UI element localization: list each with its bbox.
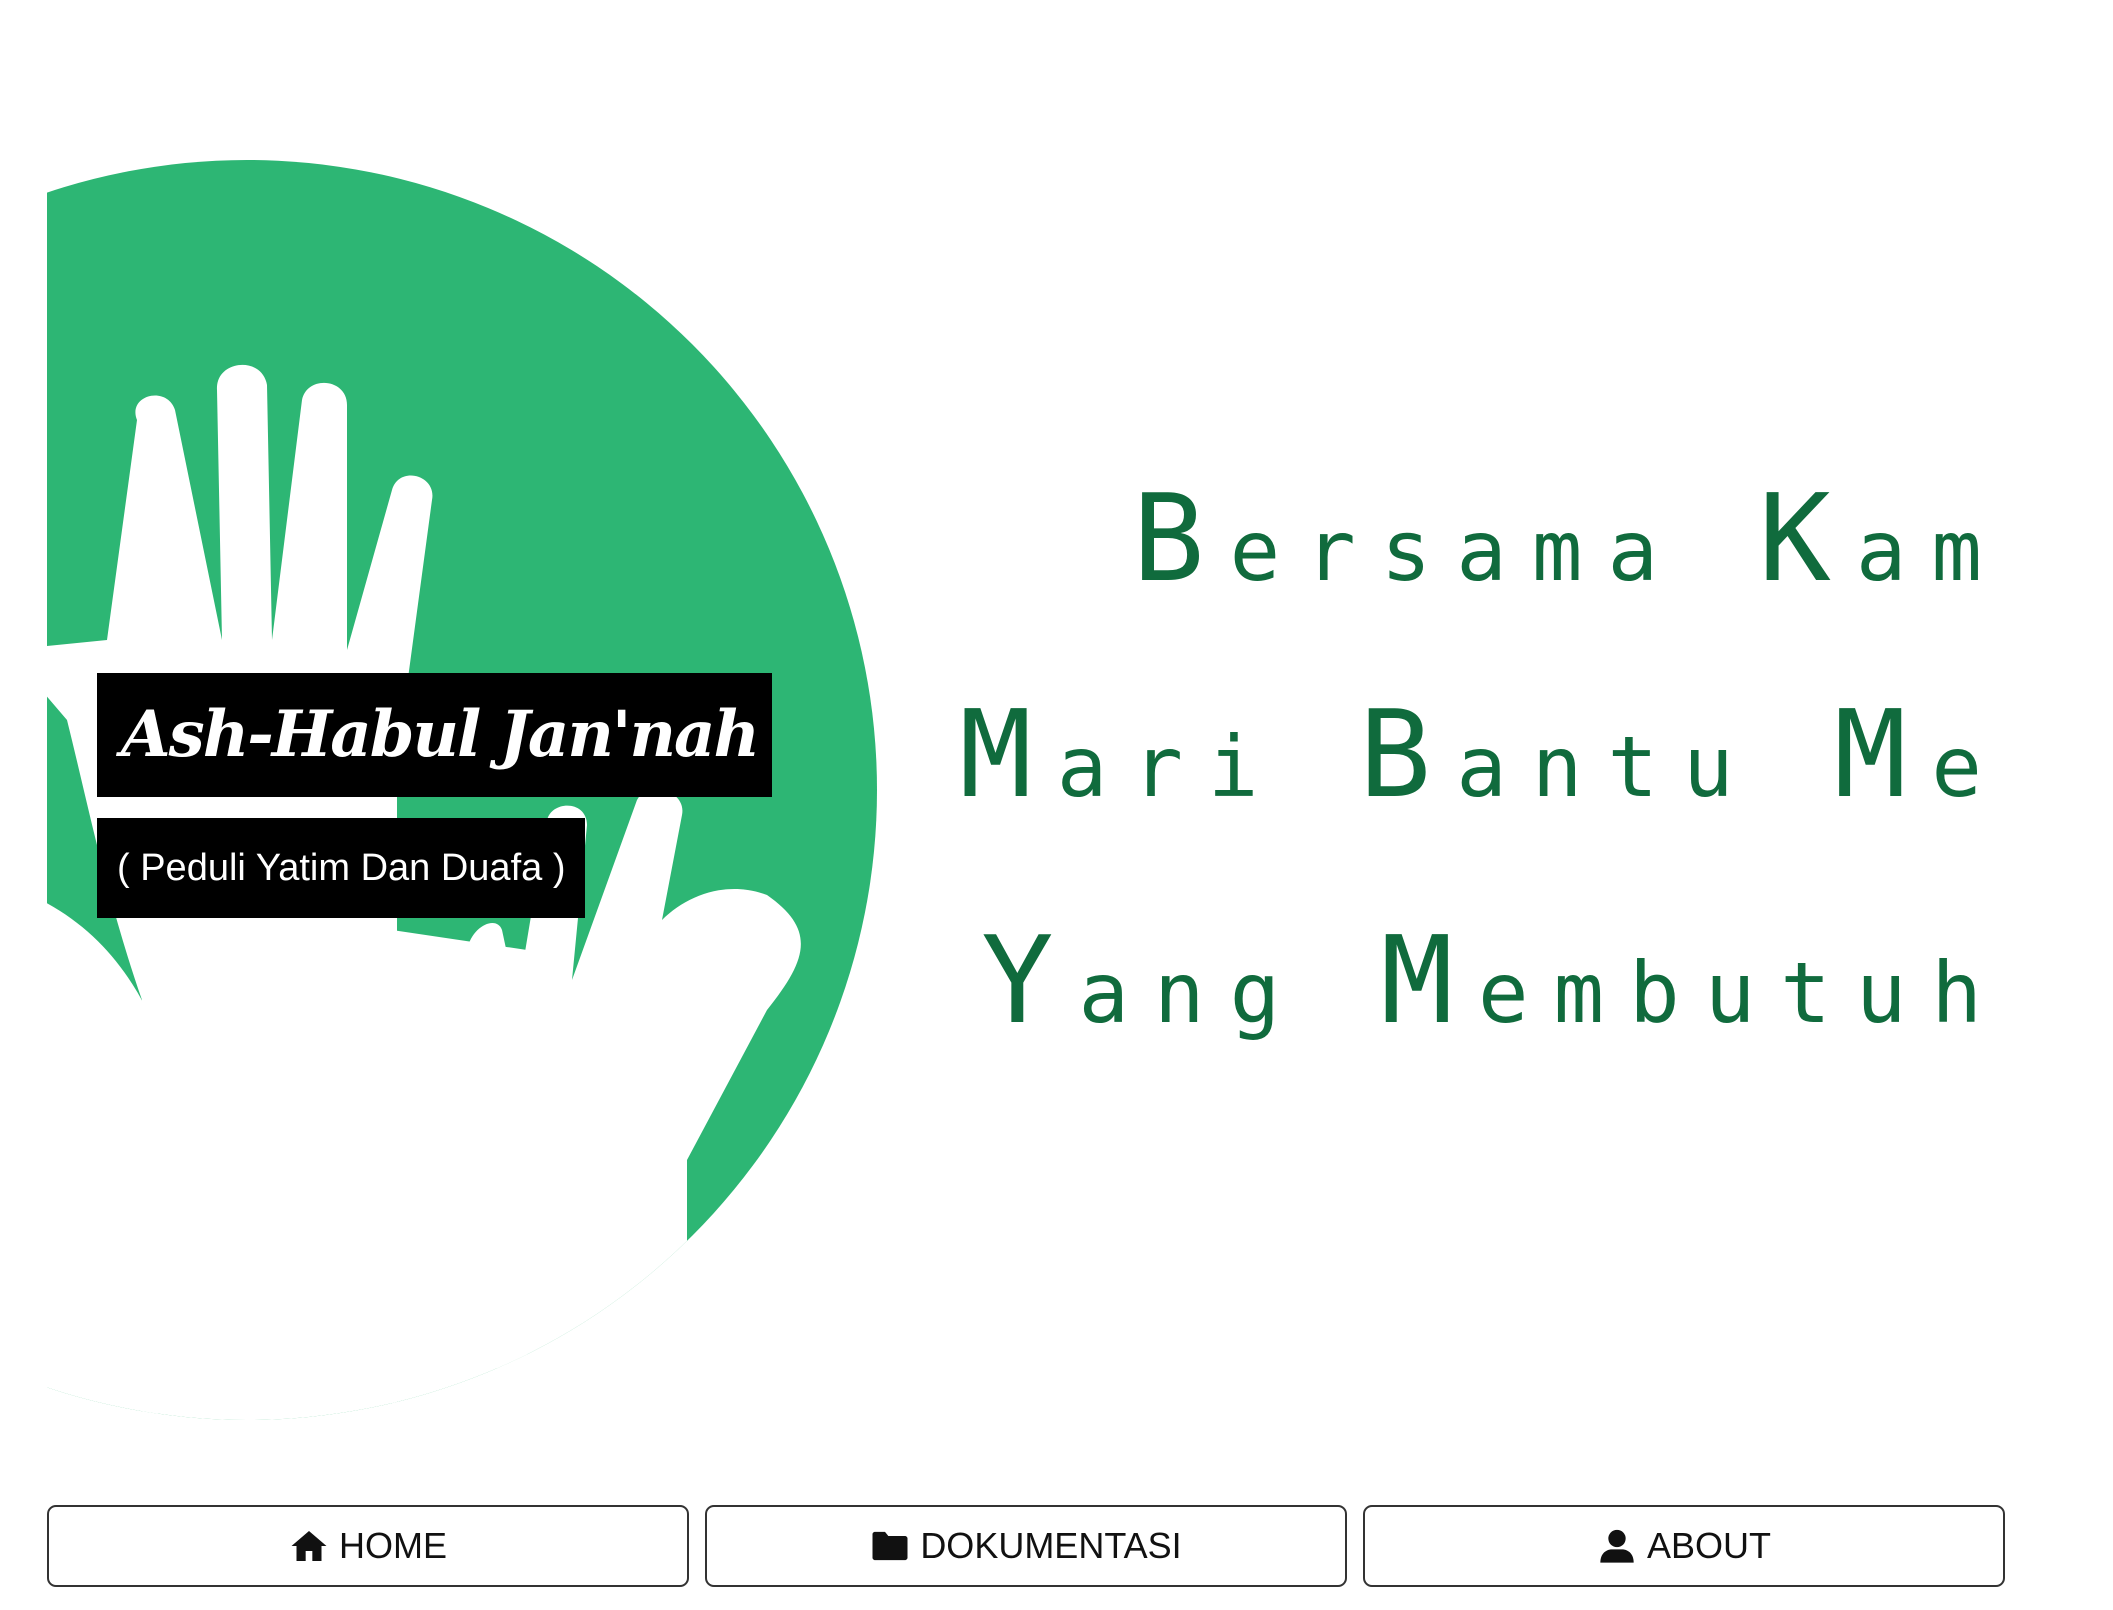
site-title: Ash-Habul Jan'nah bbox=[97, 673, 772, 797]
home-button-label: HOME bbox=[339, 1525, 447, 1566]
about-button[interactable]: ABOUT bbox=[1363, 1505, 2005, 1587]
dokumentasi-button-label: DOKUMENTASI bbox=[920, 1525, 1182, 1566]
home-icon bbox=[291, 1531, 327, 1561]
folder-icon bbox=[872, 1531, 908, 1561]
dokumentasi-button[interactable]: DOKUMENTASI bbox=[705, 1505, 1347, 1587]
bottom-nav: HOME DOKUMENTASI ABOUT bbox=[47, 1505, 2007, 1587]
user-icon bbox=[1600, 1529, 1634, 1563]
home-button[interactable]: HOME bbox=[47, 1505, 689, 1587]
site-subtitle: ( Peduli Yatim Dan Duafa ) bbox=[97, 818, 586, 918]
about-button-label: ABOUT bbox=[1646, 1525, 1771, 1566]
